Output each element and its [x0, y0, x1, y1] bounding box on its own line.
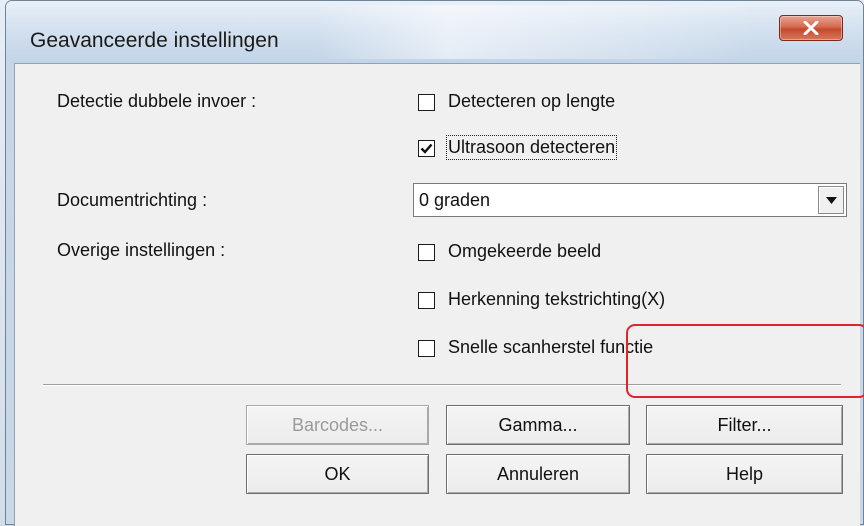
text-orientation-text: Herkenning tekstrichting(X): [448, 289, 666, 309]
quick-recovery-text: Snelle scanherstel functie: [448, 337, 654, 357]
dialog-body: Detectie dubbele invoer : Detecteren op …: [14, 63, 860, 526]
dialog-title: Geavanceerde instellingen: [30, 29, 279, 52]
checkbox-ultrasonic-label[interactable]: Ultrasoon detecteren: [445, 135, 618, 160]
ultrasonic-text: Ultrasoon detecteren: [448, 137, 616, 157]
gamma-button[interactable]: Gamma...: [446, 405, 630, 445]
detect-length-text: Detecteren op lengte: [448, 91, 616, 111]
checkmark-icon: [420, 143, 433, 154]
ok-button[interactable]: OK: [246, 454, 429, 494]
checkbox-text-orientation-label[interactable]: Herkenning tekstrichting(X): [448, 289, 665, 310]
title-bar[interactable]: Geavanceerde instellingen: [6, 1, 863, 63]
orientation-label: Documentrichting :: [57, 190, 208, 210]
double-feed-label: Detectie dubbele invoer :: [57, 91, 257, 111]
checkbox-ultrasonic[interactable]: [418, 140, 435, 157]
cancel-button[interactable]: Annuleren: [446, 454, 630, 494]
help-button[interactable]: Help: [646, 454, 843, 494]
orientation-dropdown-button[interactable]: [818, 186, 844, 214]
close-icon: [803, 21, 819, 35]
inverted-image-text: Omgekeerde beeld: [448, 241, 602, 261]
dialog-window: Geavanceerde instellingen Detectie dubbe…: [5, 0, 864, 526]
checkbox-quick-recovery-label[interactable]: Snelle scanherstel functie: [448, 337, 653, 358]
other-settings-label: Overige instellingen :: [57, 240, 226, 260]
close-button[interactable]: [779, 15, 843, 41]
checkbox-detect-length[interactable]: [418, 94, 435, 111]
filter-highlight-annotation: [626, 324, 864, 398]
barcodes-button[interactable]: Barcodes...: [246, 405, 429, 445]
orientation-value: 0 graden: [419, 190, 491, 210]
title-bar-glow: [316, 5, 756, 59]
checkbox-detect-length-label[interactable]: Detecteren op lengte: [448, 91, 615, 112]
filter-button[interactable]: Filter...: [646, 405, 843, 445]
checkbox-inverted-image[interactable]: [418, 244, 435, 261]
checkbox-quick-recovery[interactable]: [418, 340, 435, 357]
checkbox-inverted-image-label[interactable]: Omgekeerde beeld: [448, 241, 601, 262]
checkbox-text-orientation[interactable]: [418, 292, 435, 309]
orientation-select[interactable]: 0 graden: [413, 183, 847, 217]
chevron-down-icon: [826, 197, 837, 204]
